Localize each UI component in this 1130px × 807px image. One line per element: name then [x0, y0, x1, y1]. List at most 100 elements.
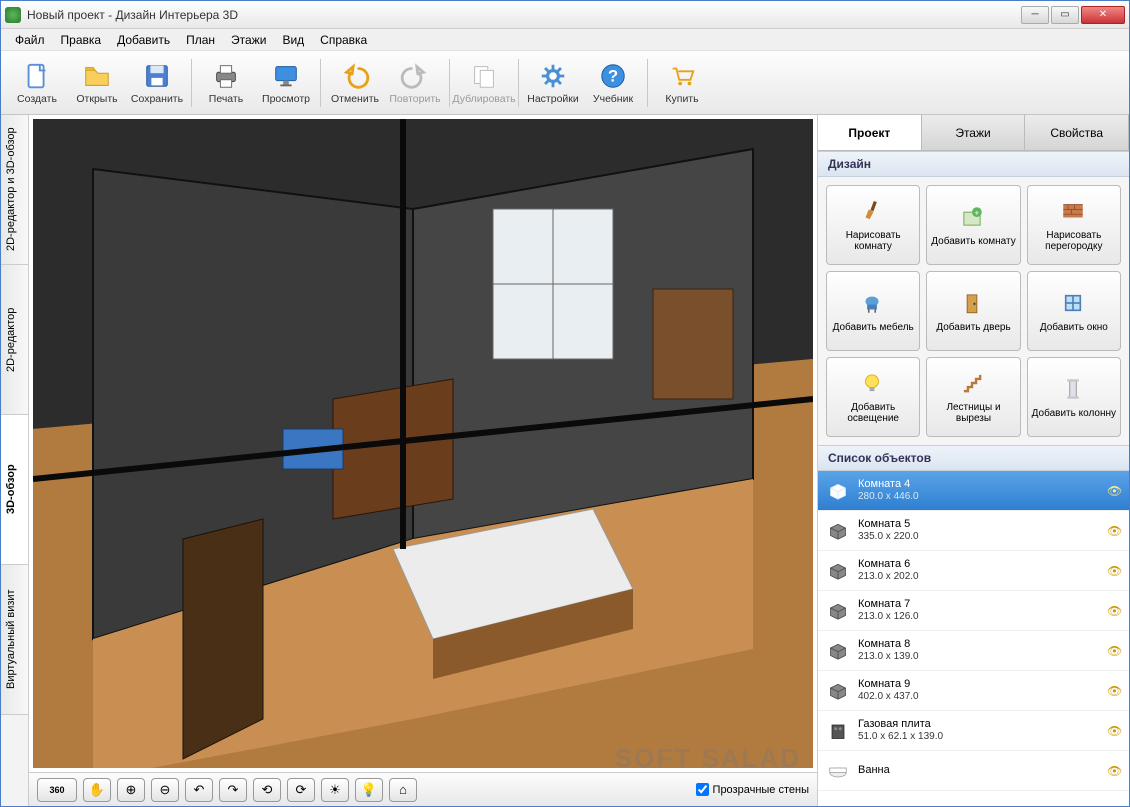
tutorial-button[interactable]: ?Учебник	[583, 55, 643, 111]
open-button[interactable]: Открыть	[67, 55, 127, 111]
visibility-eye-icon[interactable]: 👁	[1107, 484, 1121, 498]
design-card-label: Добавить освещение	[829, 402, 917, 424]
maximize-button[interactable]: ▭	[1051, 6, 1079, 24]
toolbar-label: Сохранить	[131, 93, 183, 105]
design-tool-card[interactable]: +Добавить комнату	[926, 185, 1020, 265]
minimize-button[interactable]: ─	[1021, 6, 1049, 24]
object-list-item[interactable]: Газовая плита51.0 x 62.1 x 139.0👁	[818, 711, 1129, 751]
room-3d-sketch	[33, 119, 813, 768]
rotate-ccw-button[interactable]: ↶	[185, 778, 213, 802]
object-list-item[interactable]: Комната 5335.0 x 220.0👁	[818, 511, 1129, 551]
transparent-walls-label: Прозрачные стены	[713, 784, 809, 796]
chair-icon	[859, 290, 887, 318]
gear-icon	[538, 61, 568, 91]
zoom-in-button[interactable]: ⊕	[117, 778, 145, 802]
object-name: Ванна	[858, 764, 1099, 777]
design-tool-card[interactable]: Добавить дверь	[926, 271, 1020, 351]
object-name: Комната 6	[858, 558, 1099, 571]
visibility-eye-icon[interactable]: 👁	[1107, 604, 1121, 618]
design-tool-card[interactable]: Нарисовать комнату	[826, 185, 920, 265]
visibility-eye-icon[interactable]: 👁	[1107, 644, 1121, 658]
object-list-item[interactable]: Комната 7213.0 x 126.0👁	[818, 591, 1129, 631]
toolbar-separator	[647, 59, 648, 107]
left-tab[interactable]: Виртуальный визит	[1, 565, 28, 715]
menu-item[interactable]: Правка	[53, 31, 110, 49]
door-icon	[959, 290, 987, 318]
cart-icon	[667, 61, 697, 91]
save-button[interactable]: Сохранить	[127, 55, 187, 111]
object-size: 213.0 x 139.0	[858, 651, 1099, 663]
orbit-left-button[interactable]: ⟲	[253, 778, 281, 802]
360-button[interactable]: 360	[37, 778, 77, 802]
toolbar-label: Купить	[665, 93, 698, 105]
menu-item[interactable]: Справка	[312, 31, 375, 49]
menu-item[interactable]: Вид	[274, 31, 312, 49]
light-button[interactable]: 💡	[355, 778, 383, 802]
left-tab[interactable]: 3D-обзор	[1, 415, 28, 565]
settings-button[interactable]: Настройки	[523, 55, 583, 111]
design-tool-card[interactable]: Лестницы и вырезы	[926, 357, 1020, 437]
menu-item[interactable]: Файл	[7, 31, 53, 49]
design-tool-card[interactable]: Добавить окно	[1027, 271, 1121, 351]
design-tool-card[interactable]: Добавить освещение	[826, 357, 920, 437]
buy-button[interactable]: Купить	[652, 55, 712, 111]
right-tab[interactable]: Проект	[818, 115, 922, 150]
addroom-icon: +	[959, 204, 987, 232]
left-tab[interactable]: 2D-редактор	[1, 265, 28, 415]
design-tool-card[interactable]: Нарисовать перегородку	[1027, 185, 1121, 265]
wall-icon	[1060, 198, 1088, 226]
column-icon	[1060, 376, 1088, 404]
design-card-label: Добавить окно	[1040, 322, 1108, 333]
design-card-label: Добавить дверь	[936, 322, 1010, 333]
object-list-item[interactable]: Комната 9402.0 x 437.0👁	[818, 671, 1129, 711]
design-tools-grid: Нарисовать комнату+Добавить комнатуНарис…	[818, 177, 1129, 445]
object-list-item[interactable]: Комната 6213.0 x 202.0👁	[818, 551, 1129, 591]
window-icon	[1060, 290, 1088, 318]
object-list-item[interactable]: Комната 4280.0 x 446.0👁	[818, 471, 1129, 511]
create-button[interactable]: Создать	[7, 55, 67, 111]
design-tool-card[interactable]: Добавить мебель	[826, 271, 920, 351]
hand-button[interactable]: ✋	[83, 778, 111, 802]
visibility-eye-icon[interactable]: 👁	[1107, 564, 1121, 578]
object-size: 51.0 x 62.1 x 139.0	[858, 731, 1099, 743]
design-card-label: Добавить мебель	[833, 322, 914, 333]
redo-button[interactable]: Повторить	[385, 55, 445, 111]
visibility-eye-icon[interactable]: 👁	[1107, 684, 1121, 698]
duplicate-button[interactable]: Дублировать	[454, 55, 514, 111]
home-button[interactable]: ⌂	[389, 778, 417, 802]
transparent-walls-option[interactable]: Прозрачные стены	[696, 783, 809, 796]
object-list-item[interactable]: Ванна 👁	[818, 751, 1129, 791]
right-tab[interactable]: Свойства	[1025, 115, 1129, 150]
toolbar-label: Просмотр	[262, 93, 310, 105]
sun-button[interactable]: ☀	[321, 778, 349, 802]
design-tool-card[interactable]: Добавить колонну	[1027, 357, 1121, 437]
rotate-cw-button[interactable]: ↷	[219, 778, 247, 802]
transparent-walls-checkbox[interactable]	[696, 783, 709, 796]
print-button[interactable]: Печать	[196, 55, 256, 111]
orbit-right-button[interactable]: ⟳	[287, 778, 315, 802]
undo-button[interactable]: Отменить	[325, 55, 385, 111]
menubar: ФайлПравкаДобавитьПланЭтажиВидСправка	[1, 29, 1129, 51]
menu-item[interactable]: План	[178, 31, 223, 49]
objects-section-header: Список объектов	[818, 445, 1129, 471]
object-list[interactable]: Комната 4280.0 x 446.0👁Комната 5335.0 x …	[818, 471, 1129, 806]
left-tab[interactable]: 2D-редактор и 3D-обзор	[1, 115, 28, 265]
menu-item[interactable]: Этажи	[223, 31, 274, 49]
visibility-eye-icon[interactable]: 👁	[1107, 764, 1121, 778]
box-icon	[826, 519, 850, 543]
object-name: Комната 8	[858, 638, 1099, 651]
3d-viewport[interactable]	[33, 119, 813, 768]
visibility-eye-icon[interactable]: 👁	[1107, 724, 1121, 738]
menu-item[interactable]: Добавить	[109, 31, 178, 49]
close-button[interactable]: ✕	[1081, 6, 1125, 24]
object-list-item[interactable]: Комната 8213.0 x 139.0 👁	[818, 631, 1129, 671]
right-tab[interactable]: Этажи	[922, 115, 1026, 150]
app-icon	[5, 7, 21, 23]
svg-text:+: +	[975, 208, 980, 217]
toolbar-label: Открыть	[76, 93, 117, 105]
object-name: Комната 5	[858, 518, 1099, 531]
zoom-out-button[interactable]: ⊖	[151, 778, 179, 802]
preview-button[interactable]: Просмотр	[256, 55, 316, 111]
visibility-eye-icon[interactable]: 👁	[1107, 524, 1121, 538]
app-window: Новый проект - Дизайн Интерьера 3D ─ ▭ ✕…	[0, 0, 1130, 807]
